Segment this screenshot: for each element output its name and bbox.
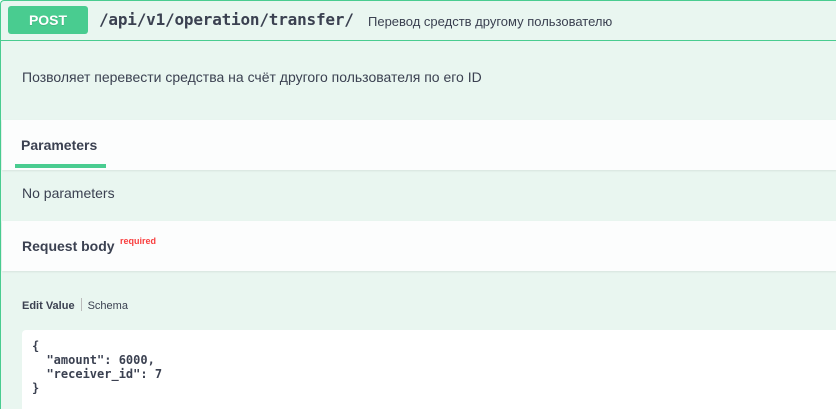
tab-divider xyxy=(80,298,82,311)
operation-summary[interactable]: POST /api/v1/operation/transfer/ Перевод… xyxy=(1,1,836,41)
operation-description: Позволяет перевести средства на счёт дру… xyxy=(22,69,482,85)
operation-path: /api/v1/operation/transfer/ xyxy=(99,10,354,29)
operation-summary-text: Перевод средств другому пользователю xyxy=(368,14,613,29)
operation-block: POST /api/v1/operation/transfer/ Перевод… xyxy=(0,0,836,410)
request-body-example[interactable]: { "amount": 6000, "receiver_id": 7 } xyxy=(22,330,836,410)
tab-active-underline xyxy=(15,164,106,168)
method-badge: POST xyxy=(8,6,88,34)
tab-schema[interactable]: Schema xyxy=(88,300,128,312)
request-body-header xyxy=(2,221,836,271)
no-parameters-text: No parameters xyxy=(22,185,115,201)
body-tabs: Edit Value Schema xyxy=(22,298,128,312)
required-label: required xyxy=(120,236,157,246)
tab-edit-value[interactable]: Edit Value xyxy=(22,300,75,312)
tab-parameters[interactable]: Parameters xyxy=(21,137,97,153)
request-body-title: Request body xyxy=(22,238,115,254)
parameters-header xyxy=(2,120,836,170)
